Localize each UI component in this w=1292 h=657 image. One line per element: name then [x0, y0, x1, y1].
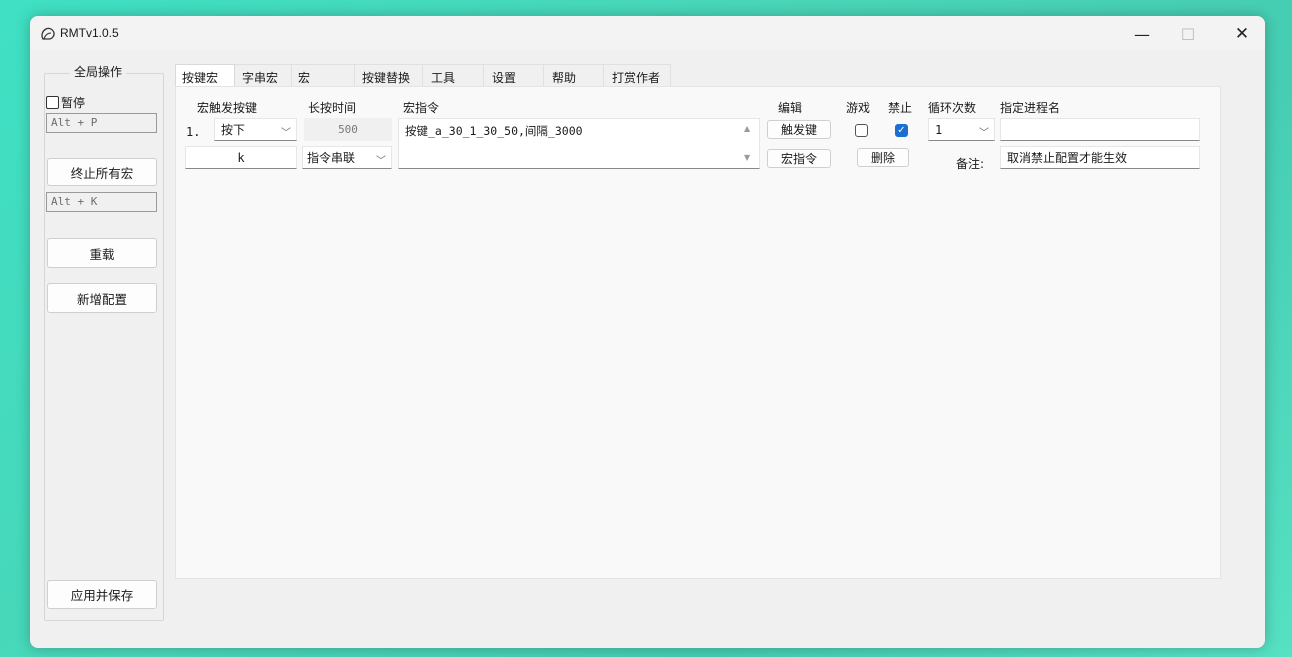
loop-count-value: 1: [935, 122, 943, 137]
note-value: 取消禁止配置才能生效: [1007, 151, 1128, 165]
header-game: 游戏: [846, 101, 871, 115]
minimize-button[interactable]: —: [1122, 20, 1162, 48]
close-icon: ✕: [1234, 24, 1250, 44]
maximize-icon: ☐: [1180, 24, 1196, 44]
trigger-key-edit-button[interactable]: 触发键: [767, 120, 831, 139]
global-ops-title: 全局操作: [70, 63, 127, 80]
trigger-mode-value: 按下: [221, 123, 246, 137]
pause-checkbox[interactable]: 暂停: [46, 94, 85, 111]
mode-select[interactable]: 指令串联 ﹀: [302, 146, 392, 169]
tab-macro[interactable]: 宏: [292, 64, 355, 86]
macro-command-text: 按键_a_30_1_30_50,间隔_3000: [405, 124, 583, 138]
tab-tools[interactable]: 工具: [423, 64, 484, 86]
header-process-name: 指定进程名: [1000, 101, 1061, 115]
tab-key-replace[interactable]: 按键替换: [355, 64, 423, 86]
scroll-up-icon[interactable]: ▲: [744, 124, 750, 133]
stop-all-macros-button[interactable]: 终止所有宏: [47, 158, 157, 186]
tab-string-macro[interactable]: 字串宏: [235, 64, 292, 86]
close-button[interactable]: ✕: [1222, 20, 1262, 48]
header-trigger-key: 宏触发按键: [197, 101, 258, 115]
trigger-key-field[interactable]: k: [185, 146, 297, 169]
header-edit: 编辑: [778, 101, 803, 115]
header-disable: 禁止: [888, 101, 913, 115]
macro-command-textarea[interactable]: 按键_a_30_1_30_50,间隔_3000: [398, 118, 760, 169]
maximize-button[interactable]: ☐: [1168, 20, 1208, 48]
window-title: RMTv1.0.5: [60, 26, 119, 40]
title-bar: RMTv1.0.5 — ☐ ✕: [30, 16, 1265, 50]
app-window: RMTv1.0.5 — ☐ ✕ 全局操作 暂停 Alt + P 终止所有宏 Al…: [30, 16, 1265, 648]
chevron-down-icon: ﹀: [281, 128, 291, 139]
checkmark-icon: ✓: [897, 125, 906, 136]
trigger-mode-select[interactable]: 按下 ﹀: [214, 118, 297, 141]
process-name-field[interactable]: [1000, 118, 1200, 141]
header-long-press: 长按时间: [308, 101, 357, 115]
app-logo-icon: [41, 27, 55, 40]
mode-value: 指令串联: [307, 151, 356, 165]
row-index: 1.: [186, 125, 201, 139]
delete-button[interactable]: 删除: [857, 148, 909, 167]
apply-and-save-button[interactable]: 应用并保存: [47, 580, 157, 609]
tab-donate[interactable]: 打赏作者: [604, 64, 671, 86]
scroll-down-icon[interactable]: ▼: [744, 153, 750, 162]
pause-checkbox-box[interactable]: [46, 96, 59, 109]
global-ops-group: [44, 73, 164, 621]
long-press-field[interactable]: 500: [304, 118, 392, 141]
tab-key-macro[interactable]: 按键宏: [175, 64, 235, 86]
tab-settings[interactable]: 设置: [484, 64, 544, 86]
header-macro-cmd: 宏指令: [403, 101, 440, 115]
pause-label: 暂停: [61, 96, 86, 110]
note-field[interactable]: 取消禁止配置才能生效: [1000, 146, 1200, 169]
chevron-down-icon: ﹀: [979, 128, 989, 139]
chevron-down-icon: ﹀: [376, 156, 386, 167]
tab-help[interactable]: 帮助: [544, 64, 604, 86]
game-checkbox[interactable]: [855, 124, 868, 137]
reload-button[interactable]: 重载: [47, 238, 157, 268]
trigger-key-value: k: [237, 150, 245, 165]
disable-checkbox[interactable]: ✓: [895, 124, 908, 137]
macro-cmd-edit-button[interactable]: 宏指令: [767, 149, 831, 168]
new-config-button[interactable]: 新增配置: [47, 283, 157, 313]
header-loop-count: 循环次数: [928, 101, 977, 115]
minimize-icon: —: [1134, 24, 1150, 44]
pause-hotkey-field[interactable]: Alt + P: [46, 113, 157, 133]
loop-count-select[interactable]: 1 ﹀: [928, 118, 995, 141]
stop-all-hotkey-field[interactable]: Alt + K: [46, 192, 157, 212]
note-label: 备注:: [956, 157, 985, 171]
